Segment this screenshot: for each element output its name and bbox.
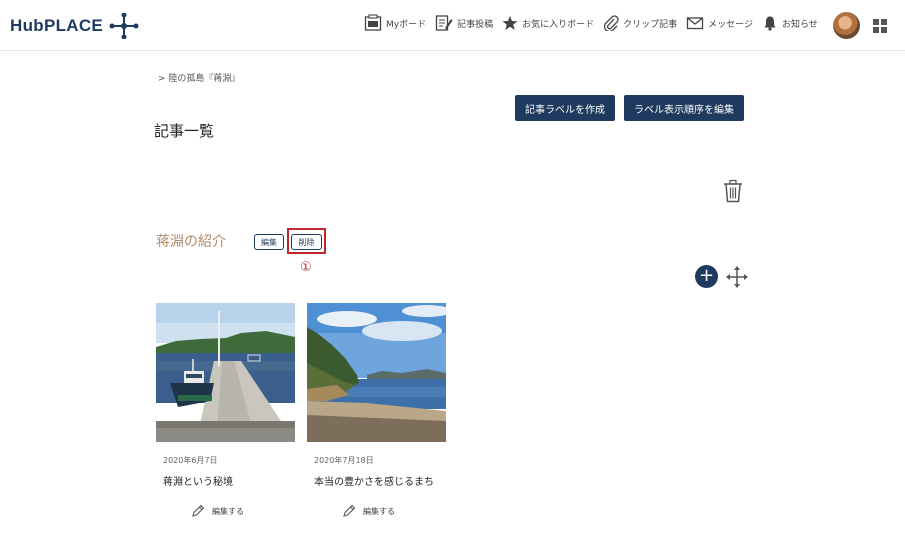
annotation-marker: ① (300, 260, 312, 275)
header-nav: Myボード 記事投稿 お気に入りボード クリップ記事 メッセージ お知らせ (364, 14, 827, 32)
mail-icon (686, 17, 704, 30)
label-title: 蒋淵の紹介 (156, 234, 226, 250)
article-date: 2020年6月7日 (163, 456, 218, 465)
nav-notifications[interactable]: お知らせ (762, 15, 818, 31)
logo-mark-icon (109, 13, 139, 39)
article-title[interactable]: 蒋淵という秘境 (163, 473, 295, 488)
add-article-plus-icon[interactable]: + (695, 265, 718, 288)
article-card[interactable]: 2020年7月18日 本当の豊かさを感じるまち 編集する (307, 303, 452, 518)
logo-text: HubPLACE (10, 16, 104, 35)
clip-icon (603, 15, 619, 31)
bell-icon (764, 16, 776, 31)
nav-my-board[interactable]: Myボード (364, 14, 426, 32)
pencil-icon (343, 504, 356, 517)
user-avatar[interactable] (833, 12, 860, 39)
header-bar: HubPLACE Myボード 記事投稿 お気に入りボード クリップ記事 メッセー… (0, 0, 905, 51)
article-edit-label: 編集する (212, 506, 244, 516)
create-label-button[interactable]: 記事ラベルを作成 (515, 95, 615, 121)
article-photo-coast[interactable] (307, 303, 452, 442)
board-icon (364, 14, 382, 31)
article-edit-link[interactable]: 編集する (191, 504, 295, 518)
article-date: 2020年7月18日 (314, 456, 374, 465)
star-icon (502, 16, 518, 30)
nav-label: メッセージ (708, 19, 753, 30)
nav-label: Myボード (386, 19, 427, 30)
nav-favorite-boards[interactable]: お気に入りボード (502, 15, 594, 31)
article-title[interactable]: 本当の豊かさを感じるまち (314, 473, 446, 488)
article-card[interactable]: 2020年6月7日 蒋淵という秘境 編集する (156, 303, 295, 518)
trash-icon[interactable] (723, 179, 743, 203)
nav-messages[interactable]: メッセージ (686, 15, 753, 31)
nav-label: 記事投稿 (457, 19, 494, 30)
pencil-icon (192, 504, 205, 517)
edit-label-button[interactable]: 編集 (254, 234, 284, 250)
breadcrumb[interactable]: > 陸の孤島『蒋淵』 (158, 71, 240, 84)
article-edit-label: 編集する (363, 506, 395, 516)
nav-label: クリップ記事 (623, 19, 678, 30)
article-edit-link[interactable]: 編集する (342, 504, 446, 518)
nav-label: お気に入りボード (522, 19, 595, 30)
move-arrows-icon[interactable] (725, 265, 749, 289)
nav-clip-articles[interactable]: クリップ記事 (603, 15, 677, 31)
edit-label-order-button[interactable]: ラベル表示順序を編集 (624, 95, 744, 121)
highlight-box (287, 228, 326, 254)
post-icon (435, 15, 453, 31)
nav-post-article[interactable]: 記事投稿 (435, 14, 493, 32)
apps-grid-icon[interactable] (873, 19, 887, 33)
logo[interactable]: HubPLACE (10, 13, 139, 39)
article-photo-harbor[interactable] (156, 303, 295, 442)
nav-label: お知らせ (781, 19, 818, 30)
page-title: 記事一覧 (154, 122, 215, 140)
